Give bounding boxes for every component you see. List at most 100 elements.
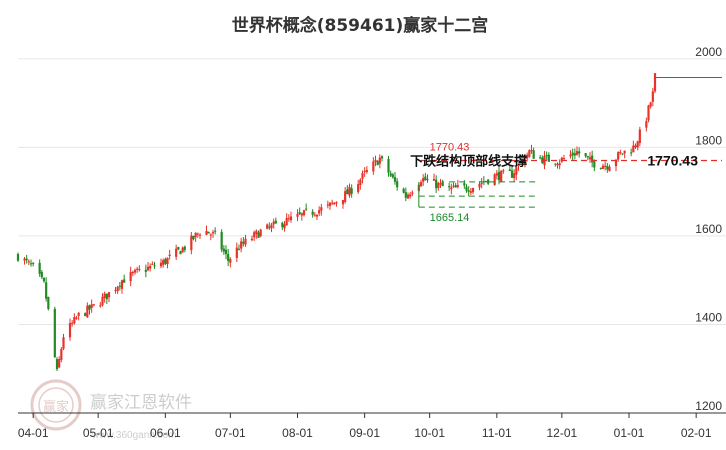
candle: [634, 143, 637, 149]
candle-body: [508, 169, 511, 171]
candle-body: [608, 166, 611, 172]
candle: [487, 179, 490, 186]
x-tick-label: 11-01: [482, 426, 512, 440]
candle-body: [138, 269, 141, 271]
candle-body: [166, 257, 169, 265]
x-tick-label: 09-01: [349, 426, 380, 440]
candle-body: [281, 222, 284, 228]
x-tick-label: 10-01: [414, 426, 445, 440]
candle-body: [469, 191, 472, 193]
y-tick-label: 1400: [695, 310, 722, 324]
candle-body: [331, 202, 334, 204]
candle: [591, 150, 594, 168]
candle-body: [333, 202, 336, 205]
candle: [645, 117, 648, 132]
candle: [105, 293, 108, 304]
candle: [244, 235, 247, 247]
candle: [341, 199, 345, 209]
candle: [164, 257, 167, 266]
candle: [153, 261, 156, 269]
candle-body: [149, 265, 152, 269]
support-value-label: 1770.43: [647, 152, 698, 168]
candle-body: [99, 305, 102, 307]
x-tick-label: 06-01: [150, 426, 181, 440]
candle: [209, 233, 212, 241]
x-tick-label: 08-01: [282, 426, 313, 440]
candle-body: [341, 199, 345, 205]
candle: [649, 101, 652, 109]
candle-body: [53, 308, 56, 358]
candle-body: [211, 232, 215, 234]
candle-body: [575, 151, 579, 155]
candle: [47, 296, 50, 311]
candle: [192, 235, 195, 241]
candle-body: [558, 163, 561, 166]
candle: [571, 148, 574, 161]
candle: [240, 238, 243, 253]
candle-body: [578, 151, 581, 154]
candle-body: [305, 208, 308, 210]
candle: [23, 256, 26, 265]
y-tick-label: 2000: [695, 45, 722, 59]
candle-body: [179, 251, 182, 255]
candle: [357, 179, 360, 194]
candle: [599, 167, 602, 170]
candle: [235, 242, 238, 263]
candle-body: [272, 221, 275, 225]
candle-body: [237, 248, 241, 250]
candle-body: [118, 285, 121, 287]
candle-body: [101, 296, 104, 306]
x-tick-label: 02-01: [681, 426, 712, 440]
candle: [623, 150, 626, 159]
candle-body: [253, 232, 256, 238]
candle: [103, 291, 106, 303]
candle-body: [259, 229, 262, 237]
candle: [348, 183, 351, 198]
candle-body: [471, 188, 475, 193]
candle: [402, 187, 405, 194]
candle-body: [374, 159, 377, 162]
candle: [532, 147, 535, 159]
candle: [419, 179, 423, 188]
candle-body: [86, 305, 89, 318]
candle: [573, 148, 576, 160]
candle: [493, 173, 496, 186]
candle-body: [315, 214, 319, 217]
candle: [73, 313, 76, 325]
candle: [229, 257, 232, 268]
candle: [346, 185, 349, 195]
candle: [86, 302, 89, 318]
candle: [647, 104, 650, 123]
candle: [16, 252, 20, 262]
candle: [333, 202, 336, 205]
candle: [177, 246, 180, 251]
candle-body: [573, 153, 576, 156]
candle: [359, 178, 362, 190]
candle: [513, 169, 516, 182]
candle-body: [389, 173, 392, 176]
candle-body: [606, 166, 609, 170]
candle-body: [357, 184, 360, 193]
candle-body: [90, 304, 93, 308]
candle: [205, 225, 208, 236]
candle-body: [240, 241, 243, 249]
candle-body: [255, 230, 258, 234]
candle-body: [131, 272, 134, 274]
candle-body: [194, 232, 197, 238]
candle-body: [300, 213, 303, 216]
candle-body: [432, 178, 436, 181]
candle-body: [500, 170, 503, 183]
candle: [562, 154, 566, 161]
candle: [630, 148, 633, 157]
candle-body: [266, 224, 269, 229]
candle: [374, 155, 377, 167]
candle: [350, 184, 353, 198]
candle-body: [426, 179, 429, 181]
candle-body: [409, 194, 412, 197]
candle: [601, 163, 605, 170]
candle-body: [593, 161, 596, 168]
candle: [183, 245, 186, 253]
candle-body: [75, 317, 78, 319]
candle: [29, 259, 33, 267]
candle: [380, 155, 384, 162]
